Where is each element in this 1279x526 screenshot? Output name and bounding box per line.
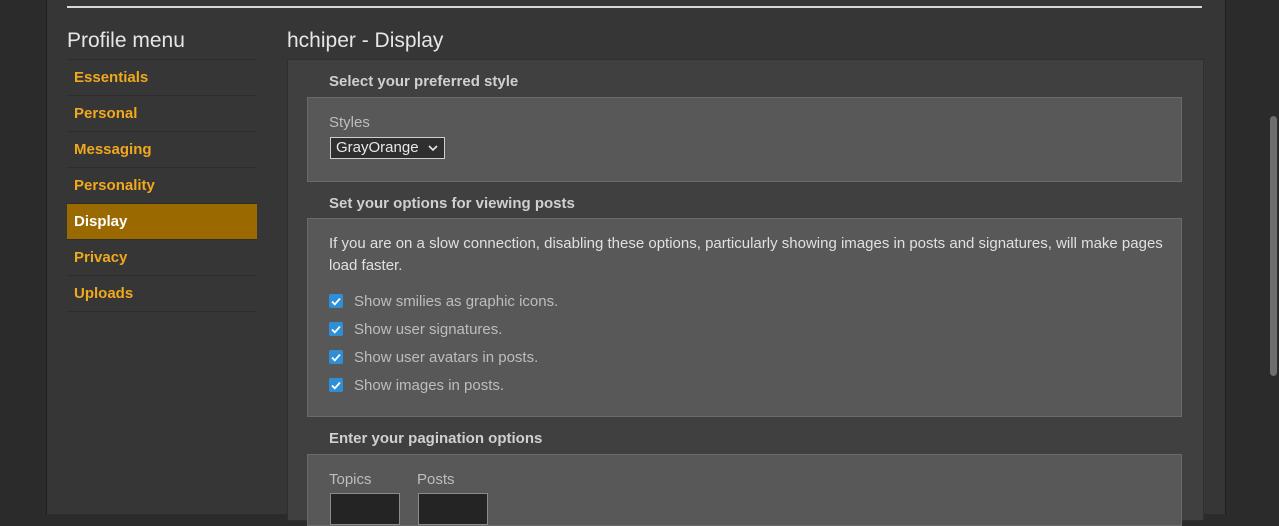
sidebar-item-personal[interactable]: Personal (67, 96, 257, 132)
posts-section-heading: Set your options for viewing posts (329, 195, 575, 212)
sidebar-item-messaging[interactable]: Messaging (67, 132, 257, 168)
posts-description: If you are on a slow connection, disabli… (329, 235, 1163, 274)
chevron-down-icon (428, 138, 438, 158)
checkmark-icon (331, 325, 341, 334)
option-smilies: Show smilies as graphic icons. (329, 291, 558, 311)
sidebar-item-personality[interactable]: Personality (67, 168, 257, 204)
signatures-checkbox[interactable] (329, 322, 343, 336)
avatars-checkbox[interactable] (329, 350, 343, 364)
header-divider (67, 6, 1202, 8)
images-label: Show images in posts. (354, 376, 505, 394)
posts-fieldset: If you are on a slow connection, disabli… (307, 218, 1182, 417)
avatars-label: Show user avatars in posts. (354, 348, 539, 366)
sidebar-title: Profile menu (67, 24, 257, 60)
pagination-fieldset: Topics Posts (307, 454, 1182, 526)
styles-select[interactable]: GrayOrange (330, 137, 445, 159)
checkmark-icon (331, 353, 341, 362)
signatures-label: Show user signatures. (354, 320, 503, 338)
sidebar-item-privacy[interactable]: Privacy (67, 240, 257, 276)
topics-label: Topics (329, 471, 372, 488)
checkmark-icon (331, 381, 341, 390)
styles-label: Styles (329, 114, 370, 131)
topics-per-page-input[interactable] (330, 493, 400, 525)
sidebar-item-essentials[interactable]: Essentials (67, 60, 257, 96)
option-signatures: Show user signatures. (329, 319, 502, 339)
page-title: hchiper - Display (287, 29, 444, 52)
styles-select-value: GrayOrange (336, 139, 419, 156)
scrollbar-thumb[interactable] (1270, 116, 1277, 376)
smilies-checkbox[interactable] (329, 294, 343, 308)
option-avatars: Show user avatars in posts. (329, 347, 538, 367)
sidebar-item-uploads[interactable]: Uploads (67, 276, 257, 312)
posts-label: Posts (417, 471, 455, 488)
style-section-heading: Select your preferred style (329, 73, 519, 90)
sidebar-item-display[interactable]: Display (67, 204, 257, 240)
images-checkbox[interactable] (329, 378, 343, 392)
checkmark-icon (331, 297, 341, 306)
option-images: Show images in posts. (329, 375, 504, 395)
smilies-label: Show smilies as graphic icons. (354, 292, 559, 310)
profile-sidebar: Profile menu Essentials Personal Messagi… (67, 24, 257, 312)
pagination-section-heading: Enter your pagination options (329, 430, 543, 447)
posts-per-page-input[interactable] (418, 493, 488, 525)
style-fieldset: Styles GrayOrange (307, 97, 1182, 182)
